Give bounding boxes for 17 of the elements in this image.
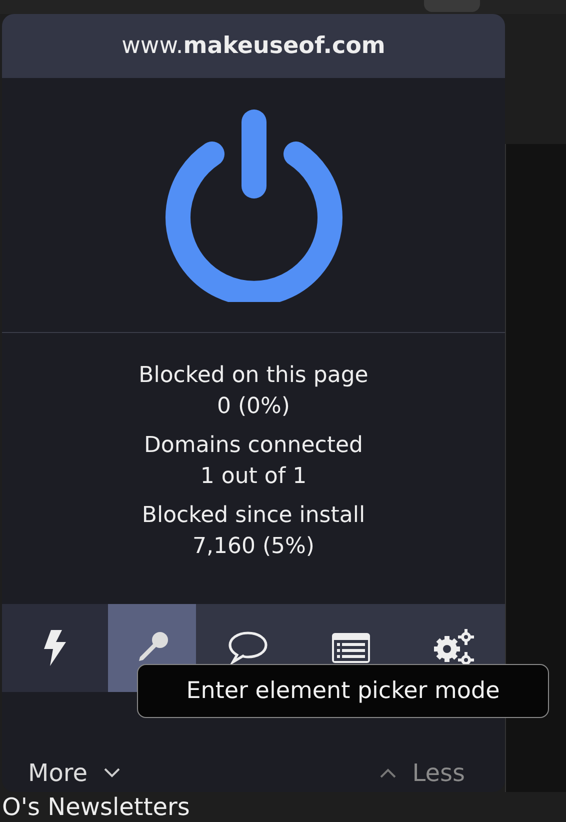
lightning-icon bbox=[42, 629, 68, 667]
chevron-up-icon bbox=[380, 768, 396, 778]
less-button[interactable]: Less bbox=[380, 759, 465, 787]
list-icon bbox=[330, 632, 370, 664]
zap-tool-button[interactable] bbox=[2, 604, 108, 692]
tooltip: Enter element picker mode bbox=[137, 664, 549, 718]
speech-bubble-icon bbox=[226, 630, 268, 666]
chevron-down-icon bbox=[104, 768, 120, 778]
more-button[interactable]: More bbox=[28, 759, 120, 787]
stat-label: Blocked on this page bbox=[138, 363, 368, 388]
stat-value: 7,160 (5%) bbox=[192, 534, 315, 559]
stat-value: 1 out of 1 bbox=[200, 464, 307, 489]
page-heading: O's Newsletters bbox=[2, 795, 191, 819]
site-hostname: www.makeuseof.com bbox=[122, 33, 386, 59]
stat-label: Domains connected bbox=[144, 433, 364, 458]
stat-value: 0 (0%) bbox=[216, 394, 290, 419]
stat-label: Blocked since install bbox=[142, 503, 366, 528]
